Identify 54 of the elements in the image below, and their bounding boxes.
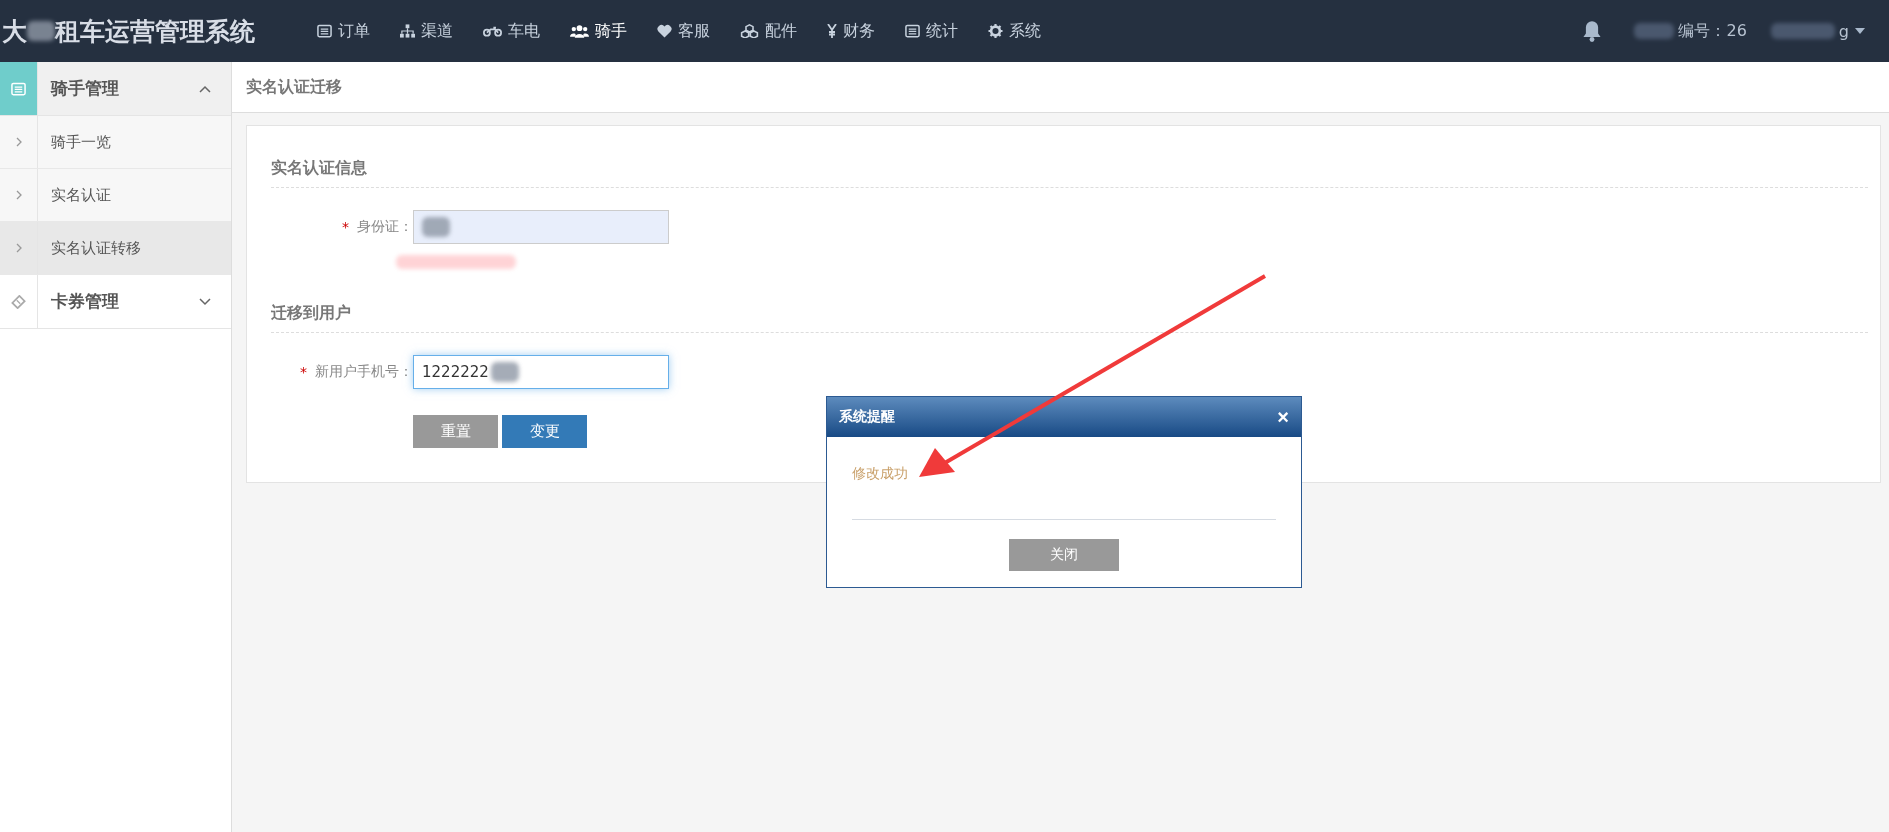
user-name[interactable]: g (1838, 21, 1849, 41)
chevron-down-icon (199, 297, 211, 306)
list-icon (11, 81, 26, 96)
sidebar-item[interactable]: 实名认证转移 (0, 222, 231, 275)
nav-tab[interactable]: 配件 (725, 0, 812, 62)
sidebar-item[interactable]: 实名认证 (0, 169, 231, 222)
required-mark: * (342, 219, 349, 235)
cubes-icon (740, 24, 759, 38)
nav-tab[interactable]: 车电 (468, 0, 555, 62)
sitemap-icon (400, 24, 415, 38)
redaction-blur (1770, 23, 1835, 39)
required-mark: * (300, 364, 307, 380)
nav-tab[interactable]: 客服 (642, 0, 725, 62)
field-label: 新用户手机号： (315, 363, 413, 381)
sidebar-group-header[interactable]: 骑手管理 (0, 62, 231, 116)
section-title: 迁移到用户 (271, 295, 1868, 333)
section-title: 实名认证信息 (271, 150, 1868, 188)
redaction-blur (27, 21, 55, 41)
redaction-blur (490, 362, 519, 382)
field-label: 身份证： (357, 218, 413, 236)
sidebar-item[interactable]: 骑手一览 (0, 116, 231, 169)
list-icon (905, 24, 920, 38)
list-icon (317, 24, 332, 38)
nav-tab[interactable]: 订单 (302, 0, 385, 62)
submit-button[interactable]: 变更 (502, 415, 587, 448)
chevron-right-icon (15, 190, 22, 200)
chevron-up-icon (199, 84, 211, 93)
ticket-icon (11, 294, 26, 309)
settings-icon (988, 24, 1003, 38)
page-title: 实名认证迁移 (232, 62, 1889, 113)
app-title: 大 (2, 15, 27, 48)
input-field[interactable]: 1222222 (413, 355, 669, 389)
heart-icon (657, 24, 672, 38)
dialog-message: 修改成功 (852, 465, 909, 483)
input-field[interactable] (413, 210, 669, 244)
nav-tab[interactable]: 系统 (973, 0, 1056, 62)
yen-icon (827, 24, 837, 38)
chevron-right-icon (15, 243, 22, 253)
dialog-title: 系统提醒 (839, 408, 895, 426)
sidebar-group-header[interactable]: 卡券管理 (0, 275, 231, 329)
users-icon (570, 24, 589, 38)
nav-tab[interactable]: 骑手 (555, 0, 642, 62)
bell-icon[interactable] (1582, 20, 1603, 42)
nav-tab[interactable]: 统计 (890, 0, 973, 62)
redaction-blur (422, 217, 450, 237)
app-title: 租车运营管理系统 (55, 15, 255, 48)
nav-tab[interactable]: 财务 (812, 0, 890, 62)
chevron-right-icon (15, 137, 22, 147)
redaction-blur (1634, 23, 1675, 39)
motorcycle-icon (483, 24, 502, 38)
caret-icon[interactable] (1855, 28, 1865, 34)
nav-tab[interactable]: 渠道 (385, 0, 468, 62)
close-button[interactable]: × (1277, 405, 1289, 429)
user-number: 编号：26 (1678, 20, 1747, 42)
